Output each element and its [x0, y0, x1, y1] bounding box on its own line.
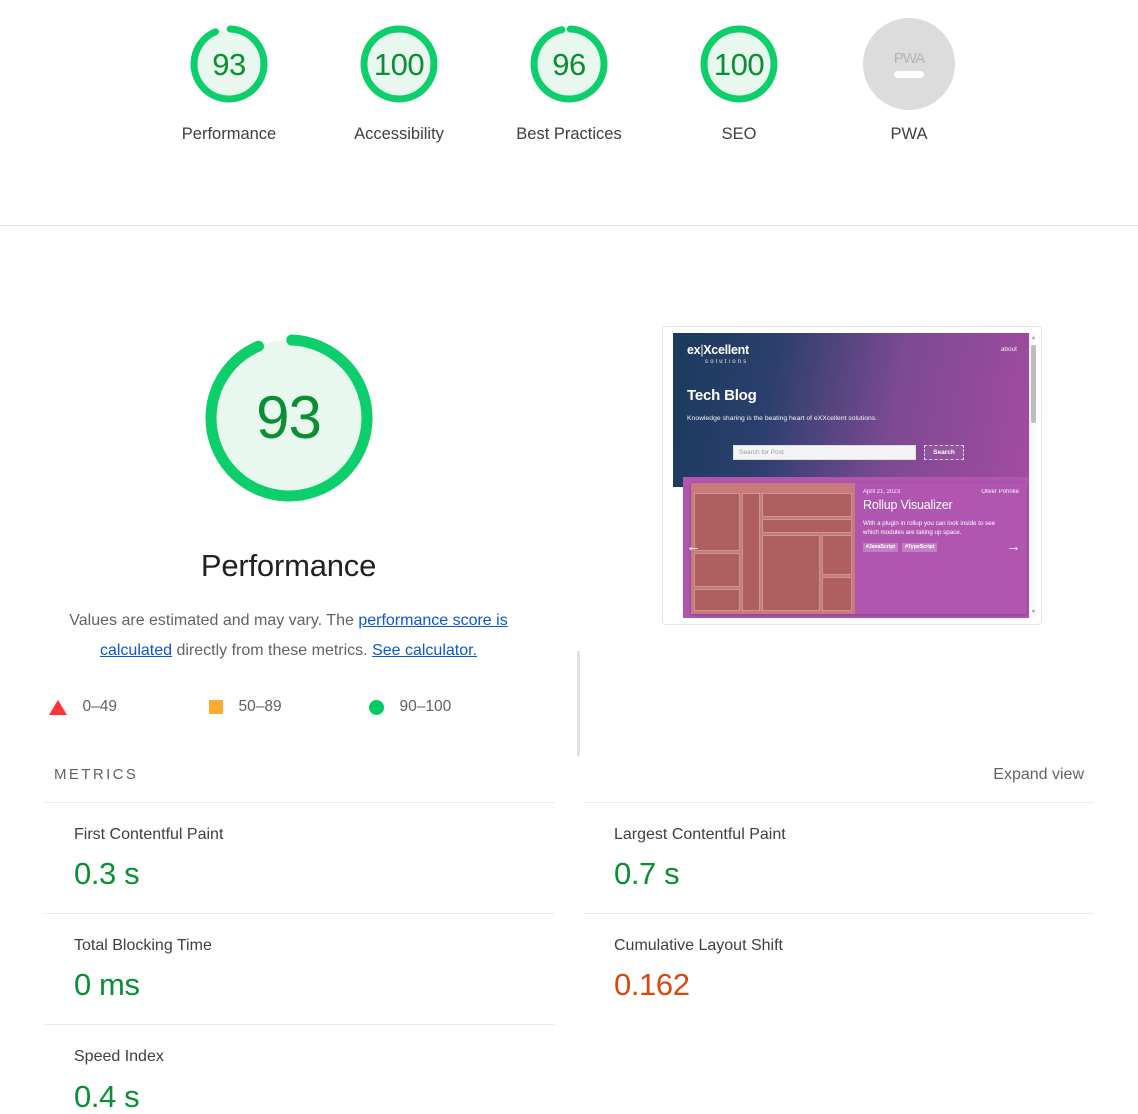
- metric-label: Speed Index: [74, 1048, 164, 1066]
- metric-value: 0.3 s: [74, 856, 140, 892]
- performance-category-body: 93 Performance Values are estimated and …: [0, 226, 1138, 1114]
- legend-item-average: 50–89: [208, 698, 369, 716]
- post-tags: #JavaScript #TypeScript: [863, 542, 1019, 552]
- gauge-disabled-pwa: PWA: [863, 18, 955, 110]
- gauge-arc-seo: 100: [693, 18, 785, 110]
- final-screenshot-column: ex|Xcellent solutions about Tech Blog Kn…: [577, 318, 1138, 625]
- performance-gauge-column: 93 Performance Values are estimated and …: [0, 318, 577, 716]
- performance-summary-row: 93 Performance Values are estimated and …: [0, 226, 1138, 716]
- metric-label: First Contentful Paint: [74, 826, 224, 843]
- lighthouse-scores-header: 93 Performance 100 Accessibility 96 Best…: [0, 0, 1138, 226]
- metric-value: 0.7 s: [614, 856, 680, 892]
- score-gauge-seo[interactable]: 100 SEO: [684, 18, 794, 145]
- carousel-next-arrow-icon[interactable]: →: [1006, 539, 1021, 554]
- search-button[interactable]: Search: [924, 445, 964, 460]
- search-row: Search for Post Search: [733, 445, 964, 460]
- logo-prefix: ex: [687, 343, 701, 357]
- score-gauge-accessibility[interactable]: 100 Accessibility: [344, 18, 454, 145]
- final-screenshot-image: ex|Xcellent solutions about Tech Blog Kn…: [673, 333, 1036, 618]
- metric-cumulative-layout-shift[interactable]: Cumulative Layout Shift 0.162: [584, 913, 1094, 1024]
- page-heading: Tech Blog: [687, 386, 757, 404]
- square-icon: [208, 700, 223, 714]
- scroll-up-arrow-icon[interactable]: ▲: [1031, 336, 1036, 341]
- score-gauge-pwa[interactable]: PWA PWA: [854, 18, 964, 145]
- scroll-down-arrow-icon[interactable]: ▼: [1031, 610, 1036, 615]
- gauge-score-value: 100: [373, 46, 425, 82]
- metric-label: Cumulative Layout Shift: [614, 937, 783, 955]
- null-score-dash-icon: [894, 71, 924, 78]
- metric-label: Total Blocking Time: [74, 937, 212, 955]
- score-gauges-row: 93 Performance 100 Accessibility 96 Best…: [0, 18, 1138, 145]
- captured-page: ex|Xcellent solutions about Tech Blog Kn…: [673, 333, 1029, 618]
- metrics-section-title: METRICS: [54, 766, 139, 783]
- search-input[interactable]: Search for Post: [733, 445, 916, 460]
- logo-tagline: solutions: [705, 358, 749, 365]
- site-logo: ex|Xcellent solutions: [687, 344, 1015, 365]
- post-date: April 21, 2023: [863, 489, 901, 495]
- performance-big-gauge: 93: [189, 318, 389, 518]
- page-hero: ex|Xcellent solutions about Tech Blog Kn…: [673, 333, 1029, 487]
- performance-score-value: 93: [256, 384, 322, 451]
- description-text-part2: directly from these metrics.: [172, 642, 373, 659]
- post-description: With a plugin in rollup you can look ins…: [863, 520, 996, 537]
- gauge-score-value: 100: [713, 46, 765, 82]
- description-text-part1: Values are estimated and may vary. The: [69, 612, 359, 629]
- performance-title: Performance: [200, 548, 377, 583]
- post-author: Oliver Pohnke: [981, 489, 1019, 495]
- metrics-grid: First Contentful Paint 0.3 s Largest Con…: [44, 802, 1094, 1114]
- score-label-best-practices: Best Practices: [516, 125, 622, 143]
- legend-label-fail: 0–49: [82, 698, 117, 715]
- score-label-performance: Performance: [181, 125, 277, 143]
- page-scrollbar[interactable]: ▲ ▼: [1029, 333, 1036, 618]
- legend-label-average: 50–89: [238, 698, 282, 715]
- post-tag-javascript[interactable]: #JavaScript: [863, 542, 899, 552]
- metric-value: 0 ms: [74, 967, 140, 1003]
- metric-label: Largest Contentful Paint: [614, 826, 786, 843]
- post-title: Rollup Visualizer: [863, 498, 953, 512]
- pwa-badge-text: PWA: [893, 50, 926, 67]
- score-label-accessibility: Accessibility: [354, 125, 444, 143]
- metrics-section: METRICS Expand view First Contentful Pai…: [0, 766, 1138, 1114]
- gauge-arc-performance: 93: [183, 18, 275, 110]
- logo-wordmark: ex|Xcellent: [687, 344, 1015, 357]
- legend-label-pass: 90–100: [399, 698, 452, 715]
- gauge-score-value: 93: [212, 46, 246, 82]
- logo-suffix: Xcellent: [703, 343, 749, 357]
- score-gauge-performance[interactable]: 93 Performance: [174, 18, 284, 145]
- metric-largest-contentful-paint[interactable]: Largest Contentful Paint 0.7 s: [584, 802, 1094, 913]
- metric-value: 0.162: [614, 967, 690, 1003]
- score-label-pwa: PWA: [890, 125, 928, 143]
- post-card-body: April 21, 2023 Oliver Pohnke Rollup Visu…: [855, 483, 1027, 614]
- post-carousel: April 21, 2023 Oliver Pohnke Rollup Visu…: [683, 477, 1029, 618]
- page-tagline: Knowledge sharing is the beating heart o…: [687, 414, 878, 422]
- legend-item-pass: 90–100: [368, 698, 529, 716]
- performance-description: Values are estimated and may vary. The p…: [44, 606, 534, 666]
- post-meta: April 21, 2023 Oliver Pohnke: [863, 489, 1019, 495]
- post-thumbnail-treemap: [691, 483, 855, 614]
- metric-value: 0.4 s: [74, 1078, 140, 1114]
- final-screenshot-frame[interactable]: ex|Xcellent solutions about Tech Blog Kn…: [662, 326, 1042, 625]
- carousel-prev-arrow-icon[interactable]: ←: [686, 539, 701, 554]
- metrics-header: METRICS Expand view: [44, 766, 1094, 802]
- score-label-seo: SEO: [721, 125, 757, 143]
- circle-icon: [368, 699, 384, 715]
- triangle-icon: [48, 699, 67, 715]
- gauge-score-value: 96: [552, 46, 586, 82]
- gauge-arc-accessibility: 100: [353, 18, 445, 110]
- score-scale-legend: 0–49 50–89 90–100: [48, 698, 529, 716]
- metric-speed-index[interactable]: Speed Index 0.4 s: [44, 1024, 554, 1114]
- post-card[interactable]: April 21, 2023 Oliver Pohnke Rollup Visu…: [691, 483, 1027, 614]
- score-gauge-best-practices[interactable]: 96 Best Practices: [514, 18, 624, 145]
- metric-first-contentful-paint[interactable]: First Contentful Paint 0.3 s: [44, 802, 554, 913]
- nav-link-about[interactable]: about: [1001, 346, 1017, 353]
- see-calculator-link[interactable]: See calculator.: [372, 642, 477, 659]
- gauge-arc-best-practices: 96: [523, 18, 615, 110]
- post-tag-typescript[interactable]: #TypeScript: [902, 542, 938, 552]
- scrollbar-thumb[interactable]: [1031, 345, 1036, 423]
- expand-view-toggle[interactable]: Expand view: [993, 766, 1084, 784]
- legend-item-fail: 0–49: [48, 698, 209, 716]
- metric-total-blocking-time[interactable]: Total Blocking Time 0 ms: [44, 913, 554, 1024]
